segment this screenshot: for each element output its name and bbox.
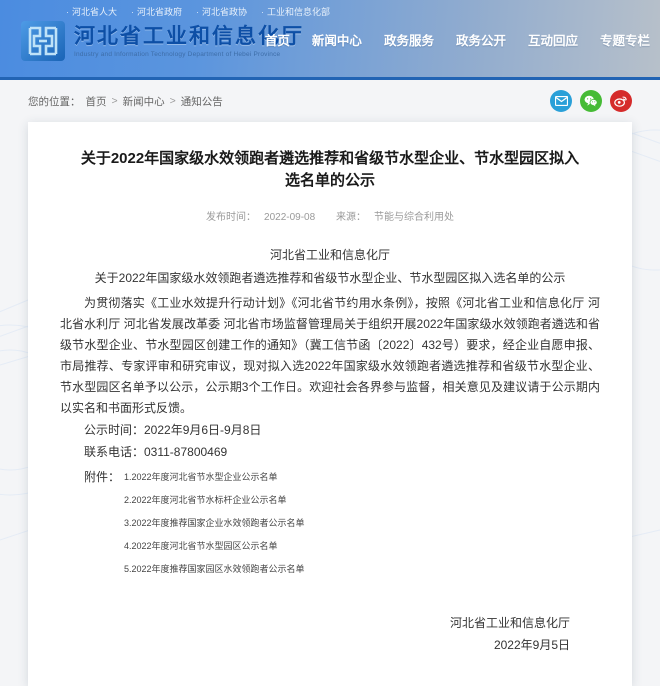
notice-paragraph: 为贯彻落实《工业水效提升行动计划》《河北省节约用水条例》，按照《河北省工业和信息… — [60, 293, 600, 419]
signature-org: 河北省工业和信息化厅 — [60, 612, 570, 634]
mail-icon[interactable] — [550, 90, 572, 112]
breadcrumb-separator: > — [112, 95, 118, 107]
nav-services[interactable]: 政务服务 — [384, 30, 434, 49]
publish-label: 发布时间： — [206, 212, 256, 223]
breadcrumb-label: 您的位置： — [28, 94, 81, 109]
breadcrumb-home[interactable]: 首页 — [86, 94, 107, 109]
nav-disclosure[interactable]: 政务公开 — [456, 30, 506, 49]
site-header: ·河北省人大 ·河北省政府 ·河北省政协 ·工业和信息化部 河北省工业和信息化厅… — [0, 0, 660, 80]
attachment-link[interactable]: 2.2022年度河北省节水标杆企业公示名单 — [124, 494, 305, 506]
notice-subtitle-line: 关于2022年国家级水效领跑者遴选推荐和省级节水型企业、节水型园区拟入选名单的公… — [60, 268, 600, 289]
source-label: 来源： — [336, 212, 366, 223]
top-link-miit[interactable]: ·工业和信息化部 — [261, 5, 330, 18]
notice-time-line: 公示时间：2022年9月6日-9月8日 — [60, 420, 600, 441]
breadcrumb: 您的位置： 首页 > 新闻中心 > 通知公告 — [28, 94, 223, 109]
attachment-link[interactable]: 3.2022年度推荐国家企业水效领跑者公示名单 — [124, 517, 305, 529]
breadcrumb-separator: > — [170, 95, 176, 107]
attachment-link[interactable]: 5.2022年度推荐国家园区水效领跑者公示名单 — [124, 563, 305, 575]
bullet-icon: · — [196, 7, 199, 17]
breadcrumb-notices[interactable]: 通知公告 — [181, 94, 223, 109]
article-meta: 发布时间： 2022-09-08 来源： 节能与综合利用处 — [60, 208, 600, 223]
top-link-zhengxie[interactable]: ·河北省政协 — [196, 5, 247, 18]
weibo-icon[interactable] — [610, 90, 632, 112]
share-icons — [550, 90, 632, 112]
article-title: 关于2022年国家级水效领跑者遴选推荐和省级节水型企业、节水型园区拟入选名单的公… — [60, 148, 600, 192]
wechat-icon[interactable] — [580, 90, 602, 112]
attachments-list: 1.2022年度河北省节水型企业公示名单 2.2022年度河北省节水标杆企业公示… — [124, 467, 305, 586]
nav-interaction[interactable]: 互动回应 — [528, 30, 578, 49]
attachment-link[interactable]: 4.2022年度河北省节水型园区公示名单 — [124, 540, 305, 552]
publish-date: 2022-09-08 — [264, 212, 315, 223]
agency-logo-icon — [20, 20, 66, 62]
breadcrumb-bar: 您的位置： 首页 > 新闻中心 > 通知公告 — [0, 80, 660, 120]
nav-news[interactable]: 新闻中心 — [312, 30, 362, 49]
bullet-icon: · — [66, 7, 69, 17]
main-nav: 首页 新闻中心 政务服务 政务公开 互动回应 专题专栏 — [265, 30, 650, 49]
attachments-block: 附件： 1.2022年度河北省节水型企业公示名单 2.2022年度河北省节水标杆… — [60, 467, 600, 586]
site-title-en: Industry and Information Technology Depa… — [74, 51, 304, 58]
contact-phone-line: 联系电话：0311-87800469 — [60, 442, 600, 463]
source-value: 节能与综合利用处 — [374, 212, 454, 223]
top-link-zhengfu[interactable]: ·河北省政府 — [131, 5, 182, 18]
attachment-link[interactable]: 1.2022年度河北省节水型企业公示名单 — [124, 471, 305, 483]
breadcrumb-news[interactable]: 新闻中心 — [123, 94, 165, 109]
nav-home[interactable]: 首页 — [265, 30, 290, 49]
nav-topics[interactable]: 专题专栏 — [600, 30, 650, 49]
signature-block: 河北省工业和信息化厅 2022年9月5日 — [60, 612, 600, 656]
bullet-icon: · — [131, 7, 134, 17]
attachments-label: 附件： — [60, 467, 120, 586]
top-link-renda[interactable]: ·河北省人大 — [66, 5, 117, 18]
signature-date: 2022年9月5日 — [60, 634, 570, 656]
article-card: 关于2022年国家级水效领跑者遴选推荐和省级节水型企业、节水型园区拟入选名单的公… — [28, 122, 632, 686]
article-body: 河北省工业和信息化厅 关于2022年国家级水效领跑者遴选推荐和省级节水型企业、节… — [60, 245, 600, 656]
top-links: ·河北省人大 ·河北省政府 ·河北省政协 ·工业和信息化部 — [0, 0, 660, 18]
bullet-icon: · — [261, 7, 264, 17]
issuing-org-line: 河北省工业和信息化厅 — [60, 245, 600, 266]
